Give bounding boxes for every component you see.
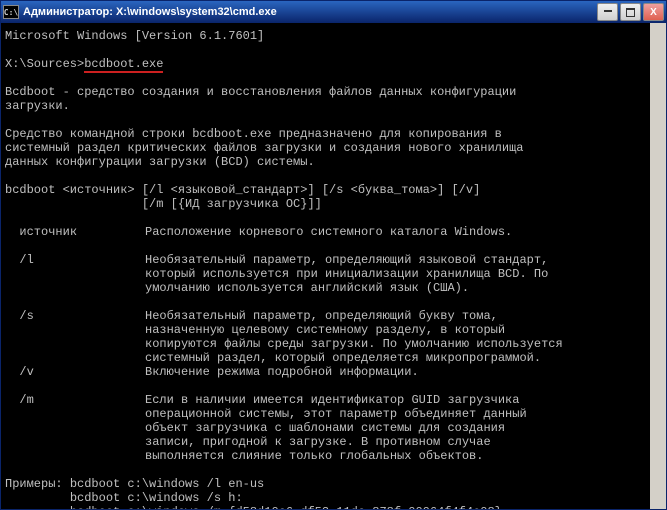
example-1: bcdboot c:\windows /l en-us — [70, 477, 264, 491]
opt-source-val: Расположение корневого системного катало… — [145, 225, 615, 239]
scroll-track[interactable] — [650, 39, 666, 493]
opt-source-key: источник — [5, 225, 145, 239]
opt-m-val: Если в наличии имеется идентификатор GUI… — [145, 393, 615, 463]
scroll-thumb[interactable] — [651, 67, 665, 127]
cmd-icon: C:\ — [3, 5, 19, 19]
minimize-button[interactable] — [597, 3, 618, 21]
opt-l-val: Необязательный параметр, определяющий яз… — [145, 253, 615, 295]
typed-command: bcdboot.exe — [84, 57, 163, 73]
opt-s-val: Необязательный параметр, определяющий бу… — [145, 309, 615, 365]
opt-v-val: Включение режима подробной информации. — [145, 365, 615, 379]
examples-label: Примеры: — [5, 477, 70, 491]
vertical-scrollbar[interactable]: ▲ ▼ — [650, 23, 666, 509]
scroll-down-button[interactable]: ▼ — [650, 493, 666, 509]
window-controls: X — [597, 3, 664, 21]
opt-m-key: /m — [5, 393, 145, 407]
opt-v-key: /v — [5, 365, 145, 379]
opt-s-key: /s — [5, 309, 145, 323]
description-2: Средство командной строки bcdboot.exe пр… — [5, 127, 523, 169]
opt-l-key: /l — [5, 253, 145, 267]
titlebar[interactable]: C:\ Администратор: X:\windows\system32\c… — [1, 1, 666, 23]
maximize-button[interactable] — [620, 3, 641, 21]
version-line: Microsoft Windows [Version 6.1.7601] — [5, 29, 264, 43]
close-button[interactable]: X — [643, 3, 664, 21]
prompt-path: X:\Sources> — [5, 57, 84, 71]
example-2: bcdboot c:\windows /s h: — [5, 491, 243, 505]
usage-line-2: [/m [{ИД загрузчика ОС}]] — [5, 197, 322, 211]
usage-line-1: bcdboot <источник> [/l <языковой_стандар… — [5, 183, 480, 197]
example-3: bcdboot c:\windows /m {d58d10c6-df53-11d… — [5, 505, 502, 509]
scroll-up-button[interactable]: ▲ — [650, 23, 666, 39]
console-output[interactable]: Microsoft Windows [Version 6.1.7601] X:\… — [1, 23, 666, 509]
window-title: Администратор: X:\windows\system32\cmd.e… — [23, 6, 597, 18]
cmd-window: C:\ Администратор: X:\windows\system32\c… — [0, 0, 667, 510]
description-1: Bcdboot - средство создания и восстановл… — [5, 85, 516, 113]
